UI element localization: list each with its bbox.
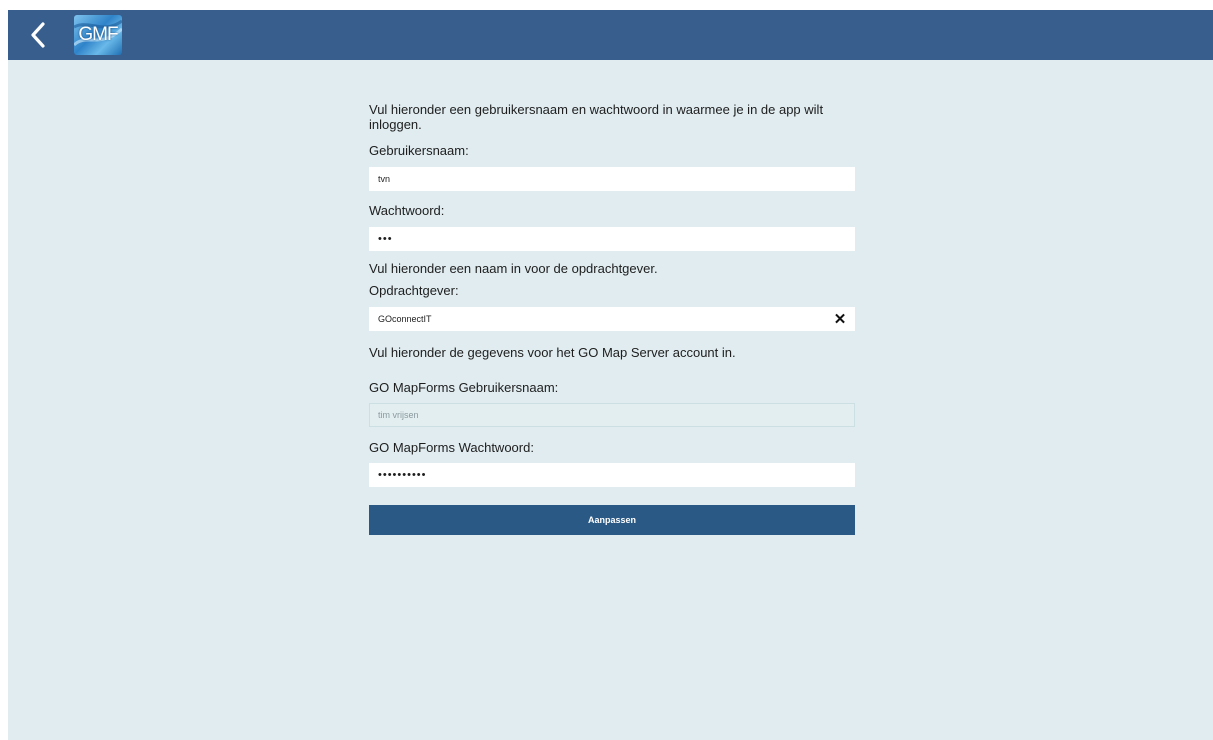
username-input[interactable]	[370, 168, 854, 190]
client-label: Opdrachtgever:	[369, 283, 459, 298]
client-field[interactable]: ✕	[369, 307, 855, 331]
password-field[interactable]	[369, 227, 855, 251]
password-label: Wachtwoord:	[369, 203, 445, 218]
mf-username-input	[370, 404, 854, 426]
mf-password-input[interactable]	[370, 464, 854, 486]
back-button[interactable]	[22, 18, 56, 52]
clear-icon[interactable]: ✕	[832, 311, 848, 328]
mf-username-field	[369, 403, 855, 427]
username-field[interactable]	[369, 167, 855, 191]
username-label: Gebruikersnaam:	[369, 143, 469, 158]
app-logo: GMF	[74, 15, 122, 55]
mf-password-label: GO MapForms Wachtwoord:	[369, 440, 534, 455]
server-intro-text: Vul hieronder de gegevens voor het GO Ma…	[369, 345, 736, 360]
mf-password-field[interactable]	[369, 463, 855, 487]
password-input[interactable]	[370, 228, 854, 250]
client-intro-text: Vul hieronder een naam in voor de opdrac…	[369, 261, 658, 276]
intro-text: Vul hieronder een gebruikersnaam en wach…	[369, 102, 824, 132]
top-bar: GMF	[8, 10, 1213, 60]
mf-username-label: GO MapForms Gebruikersnaam:	[369, 380, 559, 395]
aanpassen-button[interactable]: Aanpassen	[369, 505, 855, 535]
logo-text: GMF	[78, 24, 118, 45]
client-input[interactable]	[370, 308, 854, 330]
chevron-left-icon	[31, 22, 45, 48]
app-window: GMF Vul hieronder een gebruikersnaam en …	[8, 10, 1213, 740]
